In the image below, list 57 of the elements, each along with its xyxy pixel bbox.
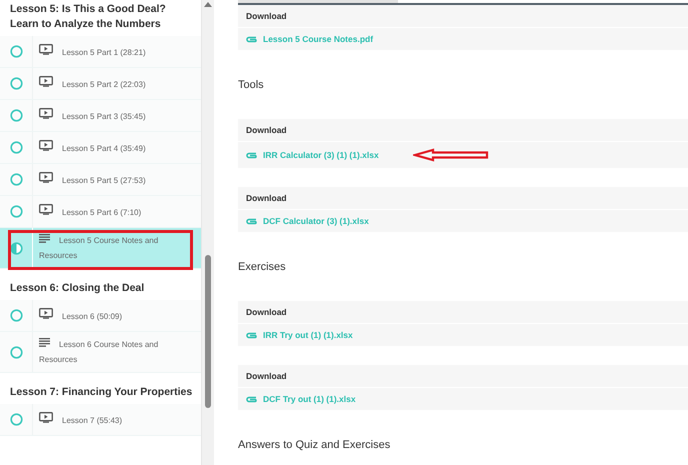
section-title: Lesson 5: Is This a Good Deal? Learn to Analyze the Numbers [9,2,167,32]
circle-icon[interactable] [10,346,22,358]
lesson-title: Lesson 5 Part 1 (28:21) [39,44,146,60]
play-screen-icon [39,412,53,422]
download-label: Download [238,187,688,210]
lesson-item[interactable]: Lesson 7 (55:43) [0,404,201,436]
lesson-title: Lesson 5 Part 2 (22:03) [39,76,146,92]
lesson-title: Lesson 5 Part 5 (27:53) [39,172,146,188]
lesson-title: Lesson 6 (50:09) [39,308,122,324]
lesson-item[interactable]: Lesson 5 Part 3 (35:45) [0,100,201,132]
lesson-item[interactable]: Lesson 5 Part 4 (35:49) [0,132,201,164]
lesson-title: Lesson 5 Part 3 (35:45) [39,108,146,124]
section-title: Lesson 7: Financing Your Properties [9,385,194,400]
lesson-item[interactable]: Lesson 5 Course Notes and Resources [0,228,201,269]
lesson-item[interactable]: Lesson 6 Course Notes and Resources [0,332,201,373]
paperclip-icon [246,218,258,224]
play-screen-icon [39,76,53,86]
lesson-title: Lesson 5 Part 6 (7:10) [39,204,142,220]
text-lines-icon [39,234,50,243]
circle-icon[interactable] [10,45,22,58]
play-screen-icon [39,204,53,214]
half-circle-icon[interactable] [10,242,22,254]
section-heading: Answers to Quiz and Exercises [238,438,392,453]
download-label: Download [238,119,688,142]
circle-icon[interactable] [10,141,22,154]
section-heading: Tools [238,78,265,93]
section-title: Lesson 6: Closing the Deal [9,281,146,296]
play-screen-icon [39,108,53,118]
lesson-item[interactable]: Lesson 5 Part 2 (22:03) [0,68,201,100]
circle-icon[interactable] [10,77,22,90]
scrollbar[interactable] [201,0,214,465]
play-screen-icon [39,140,53,150]
lesson-title: Lesson 5 Part 4 (35:49) [39,140,146,156]
play-screen-icon [39,172,53,182]
lesson-item[interactable]: Lesson 6 (50:09) [0,300,201,332]
lesson-title: Lesson 6 Course Notes and Resources [39,337,160,366]
paperclip-icon [246,152,258,158]
circle-icon[interactable] [10,109,22,122]
paperclip-icon [246,332,258,338]
download-label: Download [238,365,688,388]
circle-icon[interactable] [10,309,22,322]
circle-icon[interactable] [10,205,22,218]
lesson-title: Lesson 7 (55:43) [39,412,122,428]
section-heading: Exercises [238,260,287,275]
download-label: Download [238,301,688,324]
lesson-item[interactable]: Lesson 5 Part 1 (28:21) [0,36,201,68]
download-label: Download [238,5,688,28]
paperclip-icon [246,36,258,42]
text-lines-icon [39,338,50,347]
play-screen-icon [39,44,53,54]
paperclip-icon [246,396,258,402]
circle-icon[interactable] [10,173,22,186]
circle-icon[interactable] [10,413,22,426]
scroll-up-icon[interactable] [204,1,212,7]
play-screen-icon [39,308,53,318]
lesson-item[interactable]: Lesson 5 Part 5 (27:53) [0,164,201,196]
lesson-item[interactable]: Lesson 5 Part 6 (7:10) [0,196,201,228]
